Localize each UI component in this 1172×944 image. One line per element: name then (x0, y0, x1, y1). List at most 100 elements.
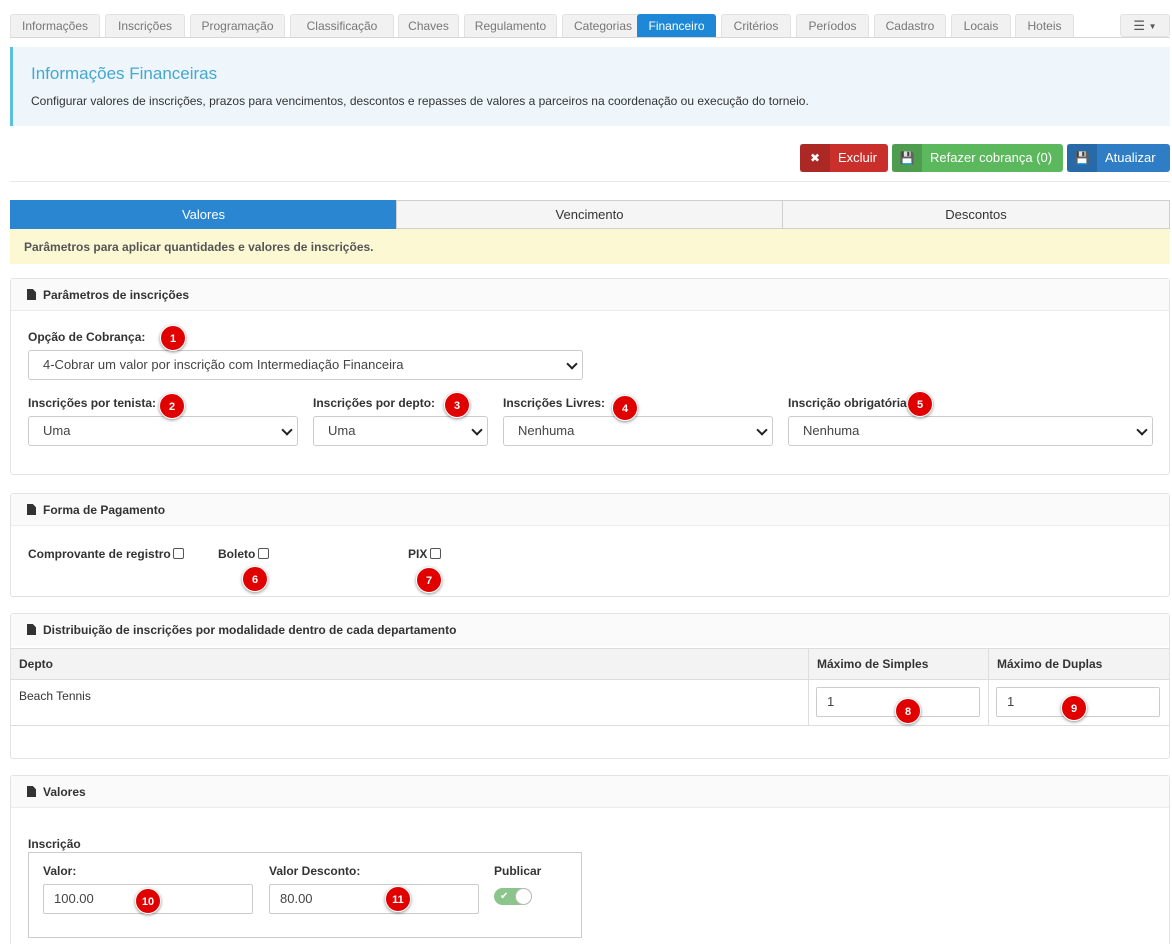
chevron-down-icon (281, 424, 293, 436)
tab-categorias[interactable]: Categorias (562, 14, 644, 37)
boleto-label: Boleto (218, 547, 256, 561)
pix-label: PIX (408, 547, 428, 561)
check-icon: ✔ (500, 891, 509, 902)
delete-button[interactable]: ✖ Excluir (800, 144, 888, 172)
delete-button-label: Excluir (838, 150, 878, 165)
chevron-down-icon (471, 424, 483, 436)
receipt-label: Comprovante de registro (28, 547, 171, 561)
panel-distribution: Distribuição de inscrições por modalidad… (10, 613, 1170, 759)
col-max-doubles: Máximo de Duplas (997, 657, 1103, 671)
subtab-descontos[interactable]: Descontos (782, 200, 1170, 229)
top-tab-bar: Informações Inscrições Programação Class… (10, 14, 1170, 38)
registration-fieldset: Valor: 100.00 Valor Desconto: 80.00 Publ… (28, 852, 582, 938)
receipt-checkbox[interactable] (173, 548, 184, 559)
charge-option-value: 4-Cobrar um valor por inscrição com Inte… (43, 357, 404, 372)
discount-label: Valor Desconto: (269, 864, 361, 878)
tab-regulamento[interactable]: Regulamento (464, 14, 557, 37)
annotation-badge-6: 6 (242, 566, 268, 592)
chevron-down-icon (756, 424, 768, 436)
chevron-down-icon (1136, 424, 1148, 436)
panel-title: Forma de Pagamento (43, 503, 166, 517)
panel-heading: Parâmetros de inscrições (11, 279, 1169, 311)
tab-cadastro[interactable]: Cadastro (874, 14, 946, 37)
tab-informacoes[interactable]: Informações (10, 14, 100, 37)
chevron-down-icon (566, 358, 578, 370)
tab-programacao[interactable]: Programação (190, 14, 285, 37)
tab-hoteis[interactable]: Hoteis (1015, 14, 1074, 37)
panel-heading: Forma de Pagamento (11, 494, 1169, 526)
free-registrations-label: Inscrições Livres: (503, 396, 606, 410)
panel-title: Parâmetros de inscrições (43, 288, 190, 302)
update-button[interactable]: 💾 Atualizar (1067, 144, 1170, 172)
caret-down-icon: ▼ (1148, 22, 1157, 31)
mandatory-registration-select[interactable]: Nenhuma (788, 416, 1153, 446)
free-registrations-select[interactable]: Nenhuma (503, 416, 773, 446)
hamburger-icon: ☰ (1133, 18, 1146, 33)
annotation-badge-5: 5 (907, 391, 933, 417)
per-dept-value: Uma (328, 423, 356, 438)
per-dept-select[interactable]: Uma (313, 416, 488, 446)
table-row: Beach Tennis 1 1 (11, 680, 1169, 726)
annotation-badge-10: 10 (135, 888, 161, 914)
per-player-select[interactable]: Uma (28, 416, 298, 446)
col-max-singles: Máximo de Simples (809, 649, 989, 680)
publish-label: Publicar (494, 864, 542, 878)
subtab-vencimento[interactable]: Vencimento (396, 200, 783, 229)
per-player-label: Inscrições por tenista: (28, 396, 157, 410)
file-icon (27, 786, 36, 797)
mandatory-registration-label: Inscrição obrigatória: (788, 396, 911, 410)
annotation-badge-3: 3 (444, 392, 470, 418)
tab-periodos[interactable]: Períodos (796, 14, 869, 37)
discount-input[interactable]: 80.00 (269, 884, 479, 914)
file-icon (27, 289, 36, 300)
floppy-icon: 💾 (892, 144, 922, 172)
panel-values: Valores Inscrição Valor: 100.00 Valor De… (10, 775, 1170, 944)
file-icon (27, 624, 36, 635)
publish-toggle[interactable]: ✔ (494, 888, 532, 905)
menu-dropdown-button[interactable]: ☰ ▼ (1120, 14, 1170, 37)
per-player-value: Uma (43, 423, 71, 438)
free-registrations-value: Nenhuma (518, 423, 575, 438)
table-header: Depto Máximo de Simples Máximo de Duplas (11, 648, 1169, 680)
panel-payment-method: Forma de Pagamento Comprovante de regist… (10, 493, 1170, 597)
value-label: Valor: (43, 864, 77, 878)
per-dept-label: Inscrições por depto: (313, 396, 436, 410)
panel-registration-params: Parâmetros de inscrições Opção de Cobran… (10, 278, 1170, 475)
cell-dept: Beach Tennis (11, 680, 809, 725)
times-icon: ✖ (800, 144, 830, 172)
panel-heading: Valores (11, 776, 1169, 808)
tab-classificacao[interactable]: Classificação (290, 14, 394, 37)
mandatory-registration-value: Nenhuma (803, 423, 860, 438)
panel-title: Valores (43, 785, 86, 799)
panel-title: Distribuição de inscrições por modalidad… (43, 623, 457, 637)
warning-message: Parâmetros para aplicar quantidades e va… (10, 229, 1170, 264)
sub-tab-bar: Valores Vencimento Descontos (10, 200, 1170, 229)
charge-option-select[interactable]: 4-Cobrar um valor por inscrição com Inte… (28, 350, 583, 380)
info-callout: Informações Financeiras Configurar valor… (10, 47, 1170, 126)
toggle-knob (515, 888, 532, 905)
registration-group-label: Inscrição (28, 837, 81, 851)
tab-inscricoes[interactable]: Inscrições (105, 14, 185, 37)
tab-chaves[interactable]: Chaves (398, 14, 459, 37)
recharge-button-label: Refazer cobrança (0) (930, 150, 1053, 165)
divider (10, 181, 1170, 182)
charge-option-label: Opção de Cobrança: (28, 330, 146, 344)
annotation-badge-11: 11 (385, 886, 411, 912)
page-description: Configurar valores de inscrições, prazos… (31, 94, 809, 108)
annotation-badge-1: 1 (160, 325, 186, 351)
recharge-button[interactable]: 💾 Refazer cobrança (0) (892, 144, 1063, 172)
update-button-label: Atualizar (1105, 150, 1156, 165)
floppy-icon: 💾 (1067, 144, 1097, 172)
annotation-badge-4: 4 (612, 395, 638, 421)
tab-financeiro[interactable]: Financeiro (637, 14, 716, 37)
annotation-badge-9: 9 (1061, 695, 1087, 721)
page-title: Informações Financeiras (31, 64, 218, 83)
annotation-badge-8: 8 (895, 698, 921, 724)
annotation-badge-2: 2 (159, 393, 185, 419)
boleto-checkbox[interactable] (258, 548, 269, 559)
subtab-valores[interactable]: Valores (10, 200, 397, 229)
pix-checkbox[interactable] (430, 548, 441, 559)
tab-locais[interactable]: Locais (951, 14, 1011, 37)
tab-criterios[interactable]: Critérios (721, 14, 791, 37)
panel-heading: Distribuição de inscrições por modalidad… (11, 614, 1169, 646)
